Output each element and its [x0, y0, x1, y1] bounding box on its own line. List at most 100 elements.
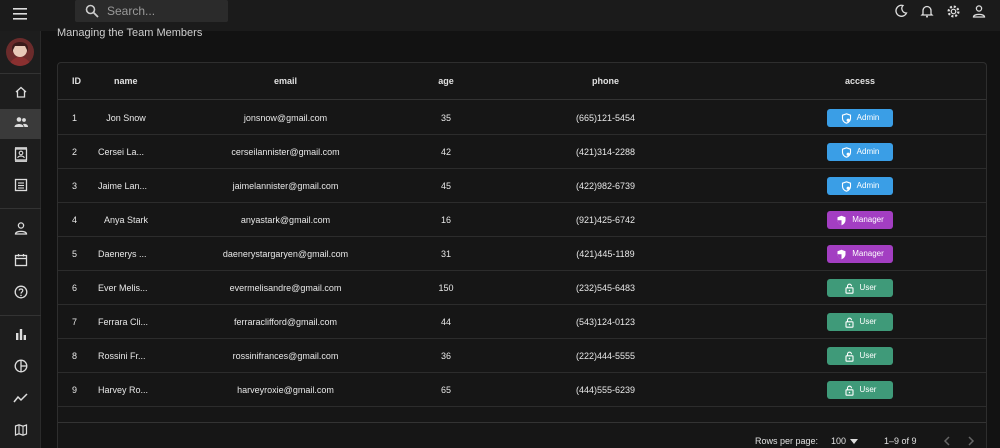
access-label: Admin — [856, 181, 880, 190]
cell-id: 4 — [72, 215, 78, 225]
access-badge-manager: Manager — [827, 211, 893, 229]
help-icon — [14, 285, 28, 304]
column-header-age[interactable]: age — [433, 63, 459, 100]
access-badge-user: User — [827, 279, 893, 297]
cell-email: anyastark@gmail.com — [240, 215, 331, 225]
cell-name: Anya Stark — [103, 215, 149, 225]
table-row[interactable]: 6 Ever Melis... evermelisandre@gmail.com… — [58, 271, 986, 305]
table-row[interactable]: 4 Anya Stark anyastark@gmail.com 16 (921… — [58, 203, 986, 237]
grid-footer-divider — [58, 422, 986, 423]
cell-email: daenerystargaryen@gmail.com — [222, 249, 349, 259]
access-badge-user: User — [827, 347, 893, 365]
lock-open-icon — [844, 385, 855, 396]
access-label: Manager — [852, 249, 884, 258]
map-icon — [14, 423, 28, 442]
table-row[interactable]: 9 Harvey Ro... harveyroxie@gmail.com 65 … — [58, 373, 986, 407]
cell-name: Cersei La... — [98, 147, 145, 157]
cell-age: 16 — [440, 215, 451, 225]
rows-per-page-select[interactable]: 100 — [831, 436, 859, 446]
sidebar-item-bar-chart[interactable] — [0, 321, 41, 351]
avatar[interactable] — [6, 38, 34, 66]
settings-icon[interactable] — [944, 2, 962, 20]
cell-email: cerseilannister@gmail.com — [231, 147, 340, 157]
access-label: User — [859, 317, 877, 326]
sidebar-item-team[interactable] — [0, 109, 41, 139]
sidebar-item-faq[interactable] — [0, 279, 41, 309]
pagination: Rows per page: 100 1–9 of 9 — [58, 432, 986, 448]
access-badge-manager: Manager — [827, 245, 893, 263]
menu-icon[interactable] — [10, 4, 30, 24]
column-header-phone[interactable]: phone — [553, 63, 658, 100]
table-row[interactable]: 5 Daenerys ... daenerystargaryen@gmail.c… — [58, 237, 986, 271]
access-badge-admin: Admin — [827, 177, 893, 195]
sidebar-item-dashboard[interactable] — [0, 79, 41, 109]
sidebar-item-contacts[interactable] — [0, 142, 41, 172]
cell-name: Ever Melis... — [98, 283, 148, 293]
cell-id: 1 — [72, 113, 78, 123]
access-badge-user: User — [827, 381, 893, 399]
cell-age: 45 — [440, 181, 451, 191]
chevron-right-icon — [967, 436, 975, 448]
access-label: User — [859, 351, 877, 360]
cell-id: 3 — [72, 181, 78, 191]
table-row[interactable]: 3 Jaime Lan... jaimelannister@gmail.com … — [58, 169, 986, 203]
cell-phone: (921)425-6742 — [575, 215, 636, 225]
next-page-button[interactable] — [963, 434, 979, 448]
sidebar-item-pie-chart[interactable] — [0, 353, 41, 383]
table-row[interactable]: 2 Cersei La... cerseilannister@gmail.com… — [58, 135, 986, 169]
lock-open-icon — [844, 283, 855, 294]
page-subtitle: Managing the Team Members — [57, 27, 203, 39]
column-header-id[interactable]: ID — [72, 63, 81, 100]
cell-id: 8 — [72, 351, 78, 361]
access-label: Admin — [856, 147, 880, 156]
cell-age: 36 — [440, 351, 451, 361]
cell-id: 7 — [72, 317, 78, 327]
cell-phone: (222)444-5555 — [575, 351, 636, 361]
dark-mode-icon[interactable] — [892, 2, 910, 20]
column-header-name[interactable]: name — [114, 63, 138, 100]
cell-age: 35 — [440, 113, 451, 123]
sidebar-item-profile[interactable] — [0, 215, 41, 245]
bar-chart-icon — [14, 327, 28, 346]
chevron-left-icon — [943, 436, 950, 448]
access-badge-user: User — [827, 313, 893, 331]
notifications-icon[interactable] — [918, 2, 936, 20]
home-icon — [14, 85, 28, 104]
table-row[interactable]: 8 Rossini Fr... rossinifrances@gmail.com… — [58, 339, 986, 373]
column-header-email[interactable]: email — [193, 63, 378, 100]
pagination-range: 1–9 of 9 — [884, 436, 917, 446]
access-badge-admin: Admin — [827, 143, 893, 161]
cell-email: ferraraclifford@gmail.com — [234, 317, 337, 327]
team-data-grid: ID name email age phone access 1 Jon Sno… — [57, 62, 987, 448]
cell-phone: (444)555-6239 — [575, 385, 636, 395]
contacts-icon — [14, 147, 28, 167]
table-row[interactable]: 7 Ferrara Cli... ferraraclifford@gmail.c… — [58, 305, 986, 339]
security-shield-icon — [836, 215, 847, 226]
sidebar-item-geography[interactable] — [0, 417, 41, 447]
cell-email: evermelisandre@gmail.com — [229, 283, 342, 293]
rows-per-page-value: 100 — [831, 436, 847, 446]
rows-per-page-label: Rows per page: — [755, 436, 819, 446]
cell-id: 6 — [72, 283, 78, 293]
column-header-access[interactable]: access — [827, 63, 893, 100]
search-input[interactable] — [107, 4, 217, 18]
cell-phone: (421)445-1189 — [576, 249, 635, 259]
search-icon[interactable] — [85, 3, 101, 19]
sidebar-item-invoices[interactable] — [0, 172, 41, 202]
cell-email: jaimelannister@gmail.com — [232, 181, 339, 191]
cell-phone: (665)121-5454 — [575, 113, 636, 123]
cell-age: 31 — [440, 249, 451, 259]
cell-email: jonsnow@gmail.com — [243, 113, 328, 123]
search-bar — [75, 0, 228, 22]
table-row[interactable]: 1 Jon Snow jonsnow@gmail.com 35 (665)121… — [58, 101, 986, 135]
access-badge-admin: Admin — [827, 109, 893, 127]
team-icon — [13, 115, 29, 134]
sidebar-item-calendar[interactable] — [0, 247, 41, 277]
sidebar-divider — [0, 73, 41, 74]
cell-phone: (543)124-0123 — [575, 317, 636, 327]
sidebar-item-line-chart[interactable] — [0, 385, 41, 415]
cell-age: 150 — [438, 283, 454, 293]
lock-open-icon — [844, 317, 855, 328]
person-icon[interactable] — [970, 2, 988, 20]
previous-page-button[interactable] — [938, 434, 954, 448]
